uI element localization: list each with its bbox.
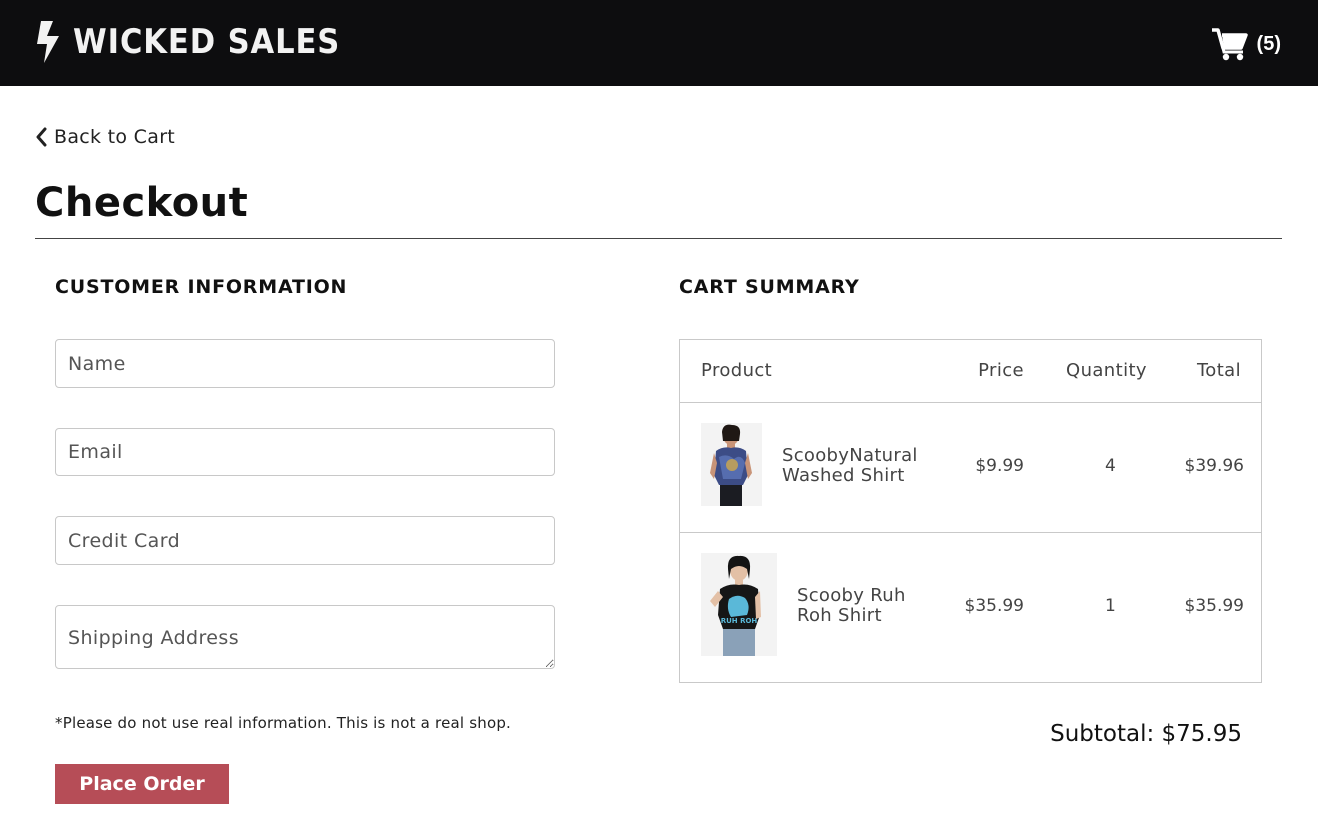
top-navbar: WICKED SALES (5) [0, 0, 1318, 86]
product-price: $9.99 [975, 456, 1024, 476]
product-thumbnail: RUH ROH [701, 553, 777, 656]
brand-name: WICKED SALES [73, 22, 341, 62]
cart-count-badge: (5) [1256, 32, 1281, 55]
credit-card-field[interactable] [55, 516, 555, 565]
product-name: Scooby Ruh Roh Shirt [797, 585, 906, 626]
column-header-price: Price [978, 360, 1024, 381]
title-divider [35, 238, 1282, 239]
product-price: $35.99 [964, 596, 1024, 616]
column-header-product: Product [701, 360, 773, 381]
product-name: ScoobyNatural Washed Shirt [782, 445, 918, 486]
shipping-address-field[interactable] [55, 605, 555, 669]
back-to-cart-link[interactable]: Back to Cart [35, 124, 175, 150]
place-order-button[interactable]: Place Order [55, 764, 229, 804]
cart-summary-heading: CART SUMMARY [679, 276, 860, 298]
svg-text:RUH ROH: RUH ROH [721, 617, 758, 625]
product-thumbnail [701, 423, 762, 506]
shopping-cart-icon [1211, 28, 1248, 61]
cart-summary-table: Product Price Quantity Total ScoobyNatur… [679, 339, 1262, 683]
customer-information-heading: CUSTOMER INFORMATION [55, 276, 348, 298]
cart-subtotal: Subtotal: $75.95 [1050, 721, 1242, 747]
cart-button[interactable]: (5) [1211, 24, 1281, 64]
product-total: $39.96 [1184, 456, 1244, 476]
table-row: RUH ROH Scooby Ruh Roh Shirt $35.99 1 $3… [680, 533, 1261, 682]
chevron-left-icon [36, 127, 47, 147]
product-total: $35.99 [1184, 596, 1244, 616]
black-scooby-shirt-photo: RUH ROH [701, 553, 777, 656]
product-quantity: 1 [1105, 596, 1116, 616]
page-title: Checkout [35, 180, 249, 226]
product-quantity: 4 [1105, 456, 1116, 476]
column-header-quantity: Quantity [1066, 360, 1147, 381]
tie-dye-shirt-photo [701, 423, 762, 506]
column-header-total: Total [1196, 360, 1241, 381]
table-header-row: Product Price Quantity Total [680, 340, 1261, 403]
email-field[interactable] [55, 428, 555, 476]
disclaimer-text: *Please do not use real information. Thi… [55, 714, 512, 732]
back-to-cart-label: Back to Cart [54, 126, 176, 148]
brand-logo[interactable]: WICKED SALES [35, 20, 370, 64]
name-field[interactable] [55, 339, 555, 388]
table-row: ScoobyNatural Washed Shirt $9.99 4 $39.9… [680, 403, 1261, 533]
lightning-bolt-icon [37, 21, 59, 63]
